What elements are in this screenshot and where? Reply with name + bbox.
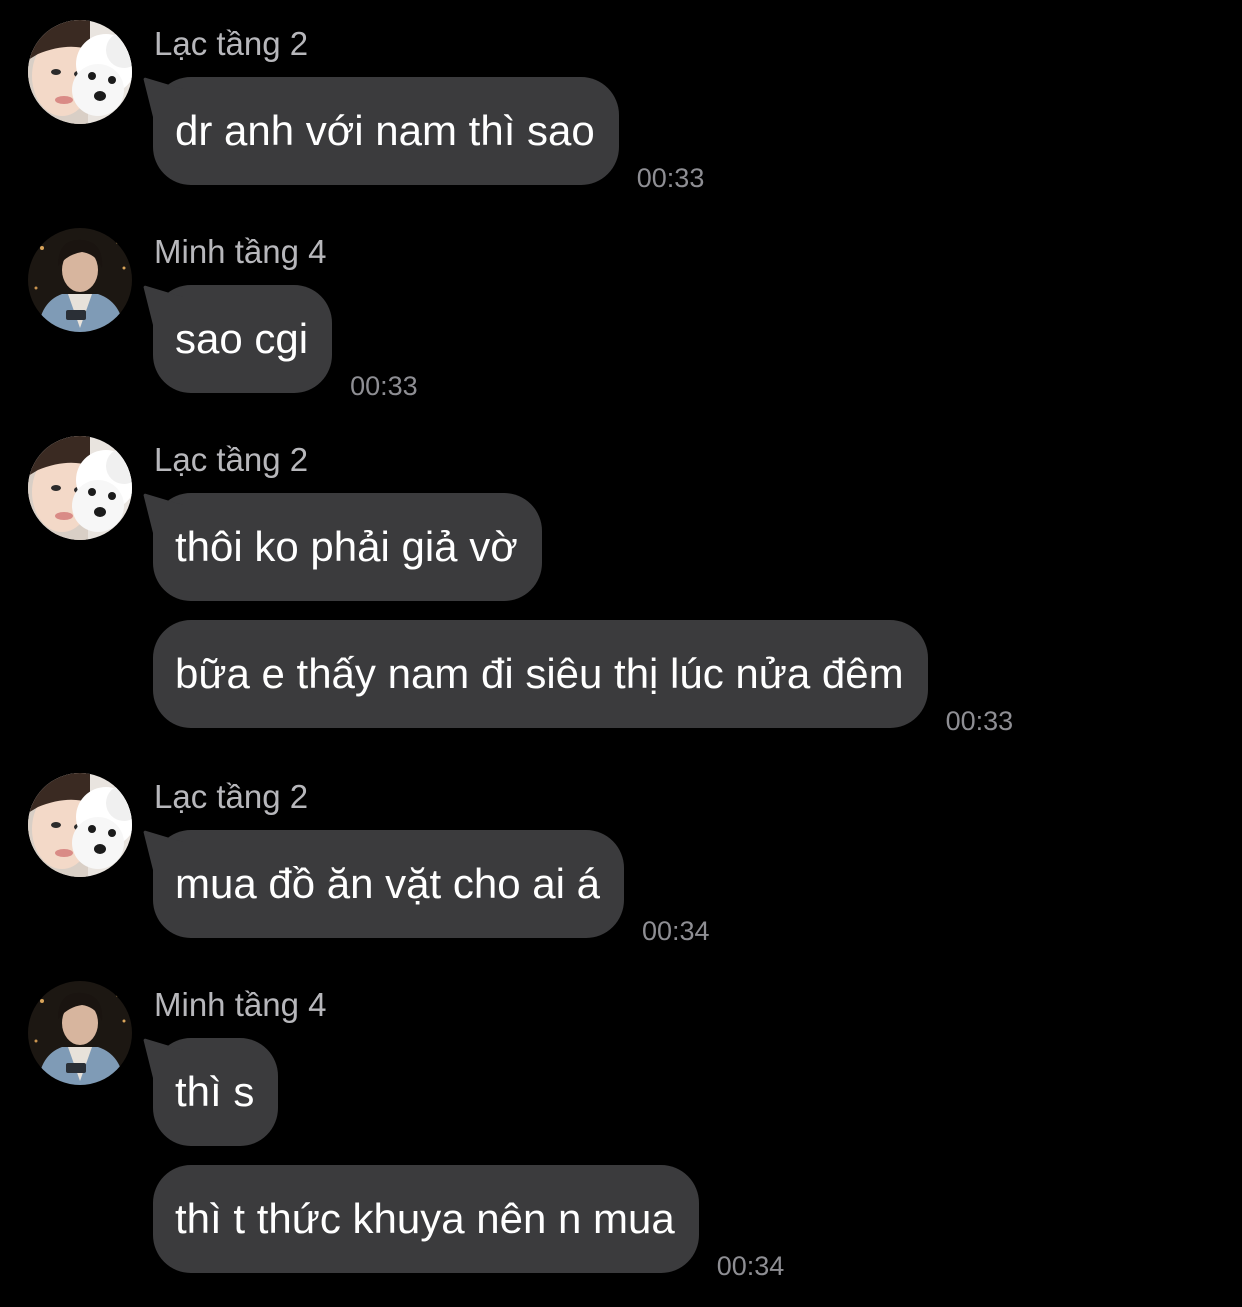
message-timestamp: 00:34 (716, 1251, 785, 1281)
girl-with-dog-avatar-icon (28, 773, 132, 877)
message-bubble[interactable]: sao cgi (153, 285, 333, 393)
message-row: dr anh với nam thì sao 00:33 (153, 77, 704, 193)
message-bubble[interactable]: dr anh với nam thì sao (153, 77, 619, 185)
avatar[interactable] (28, 228, 132, 332)
girl-with-dog-avatar-icon (28, 436, 132, 540)
chat-thread: Lạc tầng 2 dr anh với nam thì sao 00:33 … (0, 0, 1242, 1307)
message-timestamp: 00:34 (641, 916, 710, 946)
sender-name: Lạc tầng 2 (154, 441, 309, 478)
sender-name: Minh tầng 4 (154, 986, 327, 1023)
message-row: bữa e thấy nam đi siêu thị lúc nửa đêm 0… (153, 620, 1013, 736)
message-row: thì s (153, 1038, 279, 1146)
avatar[interactable] (28, 20, 132, 124)
message-bubble[interactable]: thì s (153, 1038, 279, 1146)
message-bubble[interactable]: bữa e thấy nam đi siêu thị lúc nửa đêm (153, 620, 928, 728)
message-timestamp: 00:33 (350, 371, 418, 401)
boy-with-phone-avatar-icon (28, 981, 132, 1085)
message-row: thì t thức khuya nên n mua 00:34 (153, 1165, 784, 1281)
message-timestamp: 00:33 (636, 163, 705, 193)
message-row: sao cgi 00:33 (153, 285, 418, 401)
avatar[interactable] (28, 436, 132, 540)
avatar[interactable] (28, 981, 132, 1085)
message-bubble[interactable]: thì t thức khuya nên n mua (153, 1165, 699, 1273)
girl-with-dog-avatar-icon (28, 20, 132, 124)
sender-name: Lạc tầng 2 (154, 25, 309, 62)
avatar[interactable] (28, 773, 132, 877)
message-timestamp: 00:33 (945, 706, 1014, 736)
boy-with-phone-avatar-icon (28, 228, 132, 332)
message-row: thôi ko phải giả vờ (153, 493, 542, 601)
message-bubble[interactable]: thôi ko phải giả vờ (153, 493, 542, 601)
message-row: mua đồ ăn vặt cho ai á 00:34 (153, 830, 710, 946)
message-bubble[interactable]: mua đồ ăn vặt cho ai á (153, 830, 624, 938)
sender-name: Lạc tầng 2 (154, 778, 309, 815)
sender-name: Minh tầng 4 (154, 233, 327, 270)
